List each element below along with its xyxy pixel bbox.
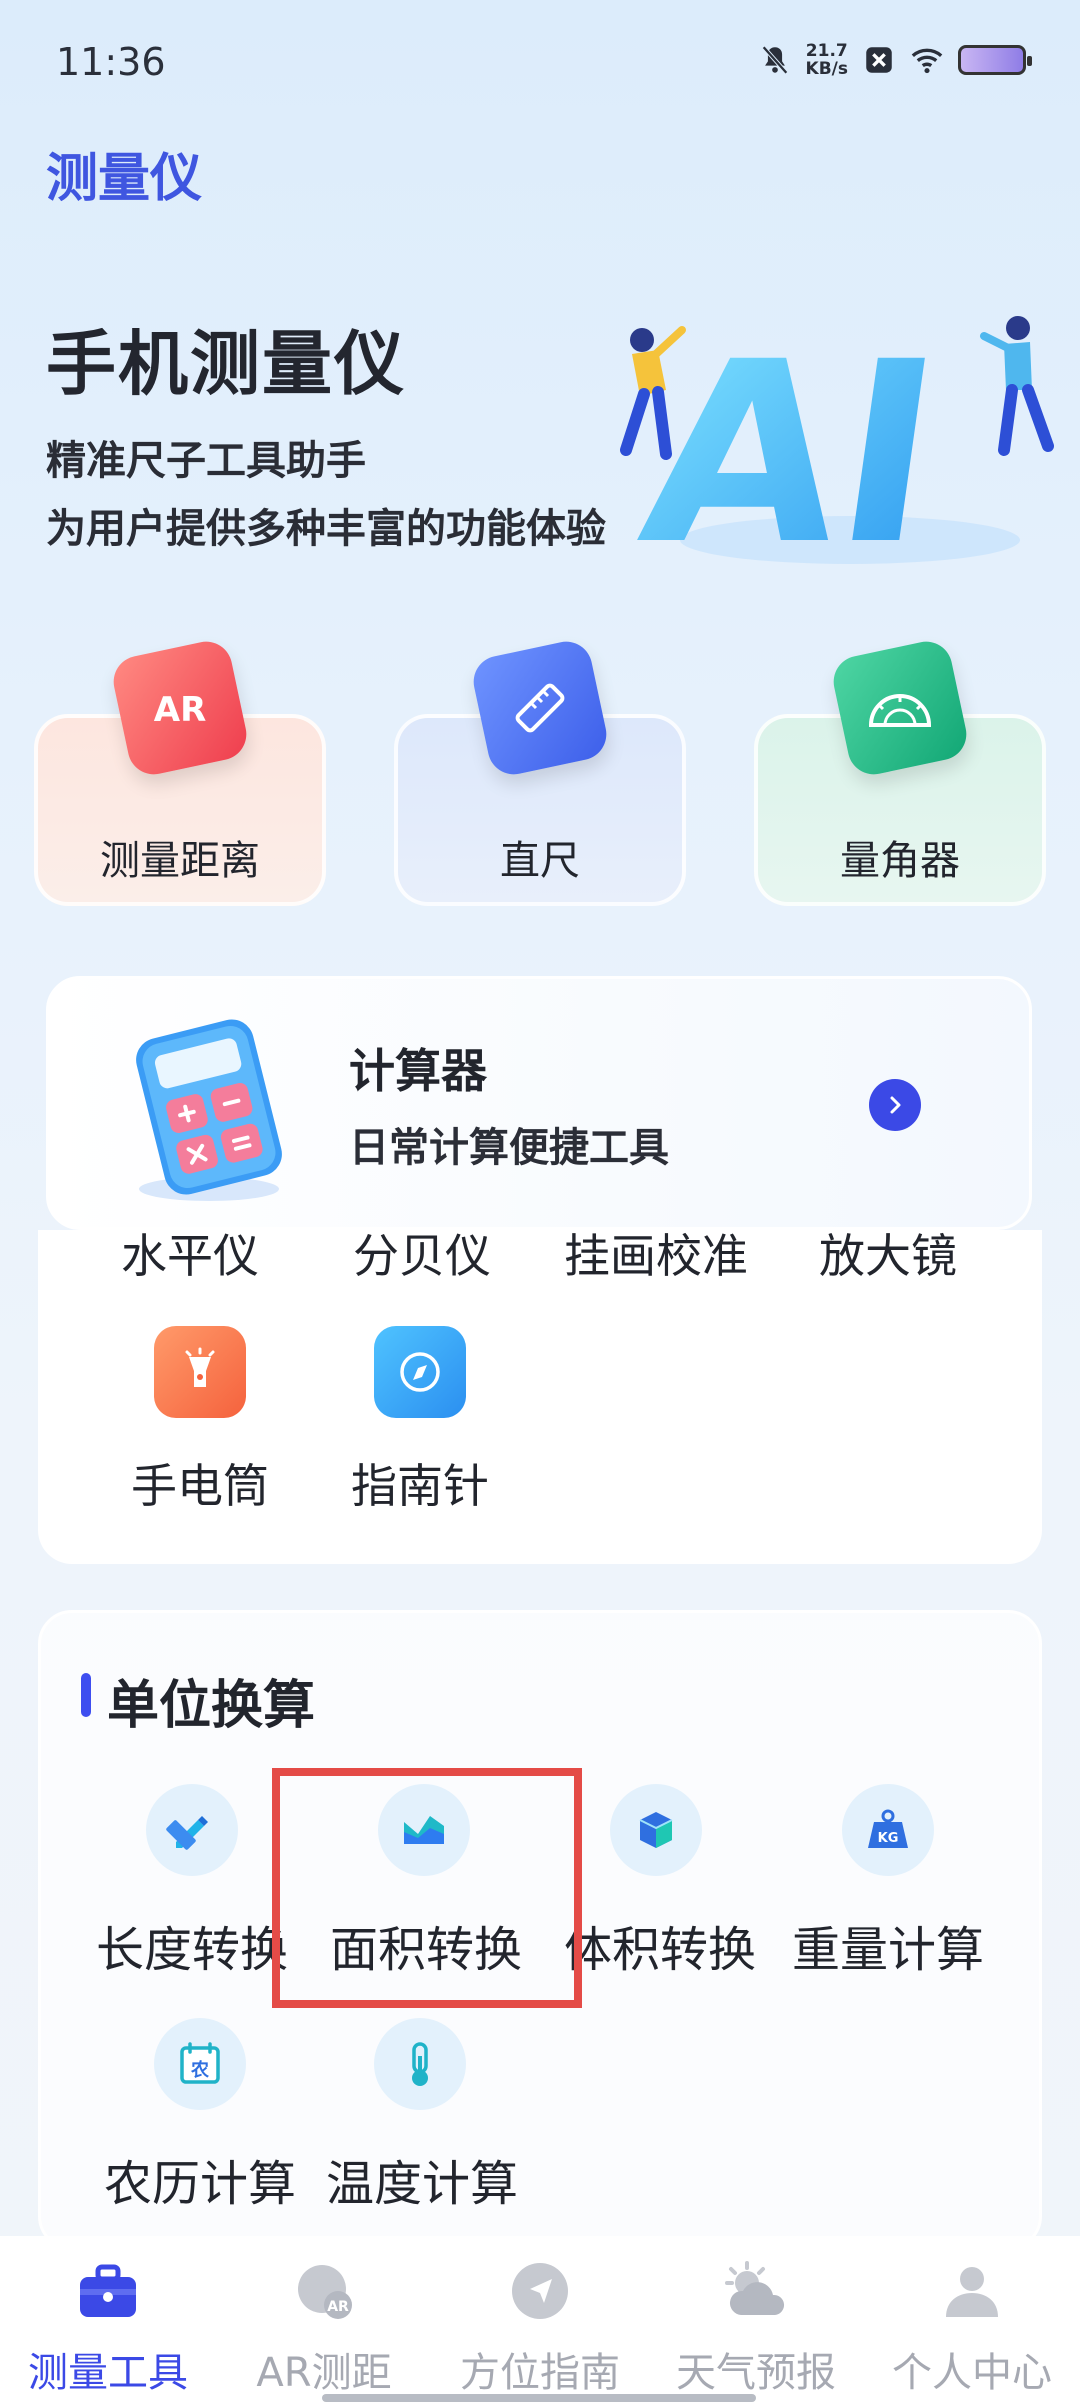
net-speed: 21.7 KB/s bbox=[805, 41, 848, 79]
unit-lunar-calculation[interactable]: 农历计算 bbox=[80, 2144, 320, 2214]
weight-icon-badge: KG bbox=[878, 1831, 899, 1846]
toolbox-icon bbox=[73, 2256, 143, 2326]
nav-profile[interactable]: 个人中心 bbox=[864, 2256, 1080, 2398]
status-icons: 21.7 KB/s bbox=[758, 41, 1032, 79]
weight-icon[interactable]: KG bbox=[842, 1784, 934, 1876]
hero-art-text: AI bbox=[627, 309, 954, 580]
hero-subtitle-2: 为用户提供多种丰富的功能体验 bbox=[46, 505, 606, 552]
navigation-icon bbox=[505, 2256, 575, 2326]
weather-icon bbox=[721, 2256, 791, 2326]
chevron-right-icon[interactable] bbox=[869, 1079, 921, 1131]
tool-picture-calibration[interactable]: 挂画校准 bbox=[546, 1220, 766, 1286]
nav-label-measure-tools: 测量工具 bbox=[28, 2350, 188, 2396]
feature-card-protractor[interactable]: 量角器 bbox=[754, 636, 1046, 906]
feature-card-ruler[interactable]: 直尺 bbox=[394, 636, 686, 906]
unit-weight-calculation[interactable]: 重量计算 bbox=[768, 1910, 1008, 1980]
tool-flashlight[interactable]: 手电筒 bbox=[90, 1450, 310, 1516]
calculator-title: 计算器 bbox=[349, 1044, 487, 1098]
section-accent-bar bbox=[81, 1673, 91, 1717]
nav-weather[interactable]: 天气预报 bbox=[648, 2256, 864, 2398]
nav-label-ar-distance: AR测距 bbox=[256, 2350, 392, 2396]
pencil-ruler-icon[interactable] bbox=[146, 1784, 238, 1876]
hero-title: 手机测量仪 bbox=[46, 323, 406, 405]
tool-magnifier[interactable]: 放大镜 bbox=[778, 1220, 998, 1286]
status-time: 11:36 bbox=[56, 40, 166, 84]
nav-label-weather: 天气预报 bbox=[676, 2350, 836, 2396]
notification-x-icon bbox=[866, 47, 892, 73]
nav-measure-tools[interactable]: 测量工具 bbox=[0, 2256, 216, 2398]
calendar-icon[interactable]: 农 bbox=[154, 2018, 246, 2110]
bottom-navigation: 测量工具 AR AR测距 方位指南 天气预报 个人中心 bbox=[0, 2236, 1080, 2408]
ruler-icon bbox=[468, 636, 612, 780]
thermometer-icon[interactable] bbox=[374, 2018, 466, 2110]
tool-compass[interactable]: 指南针 bbox=[310, 1450, 530, 1516]
calculator-banner[interactable]: 计算器 日常计算便捷工具 bbox=[46, 976, 1032, 1230]
feature-label-protractor: 量角器 bbox=[840, 838, 960, 884]
ar-bubble-badge: AR bbox=[327, 2299, 349, 2315]
calculator-subtitle: 日常计算便捷工具 bbox=[349, 1124, 669, 1171]
battery-icon bbox=[958, 45, 1032, 75]
unit-conversion-title: 单位换算 bbox=[107, 1676, 316, 1736]
feature-label-ruler: 直尺 bbox=[500, 838, 580, 884]
nav-direction-guide[interactable]: 方位指南 bbox=[432, 2256, 648, 2398]
nav-label-profile: 个人中心 bbox=[892, 2350, 1052, 2396]
nav-label-direction-guide: 方位指南 bbox=[460, 2350, 620, 2396]
protractor-icon bbox=[828, 636, 972, 780]
hero-ai-illustration: AI bbox=[620, 309, 1054, 580]
ar-icon-badge: AR bbox=[154, 690, 207, 730]
status-bar: 11:36 21.7 KB/s bbox=[0, 0, 1080, 120]
flashlight-icon[interactable] bbox=[154, 1326, 246, 1418]
ar-icon: AR bbox=[108, 636, 252, 780]
home-indicator bbox=[322, 2394, 756, 2402]
cube-icon[interactable] bbox=[610, 1784, 702, 1876]
tool-level[interactable]: 水平仪 bbox=[80, 1220, 300, 1286]
calendar-icon-badge: 农 bbox=[190, 2059, 209, 2081]
compass-icon[interactable] bbox=[374, 1326, 466, 1418]
feature-label-ar-distance: 测量距离 bbox=[100, 838, 260, 884]
hero-subtitle-1: 精准尺子工具助手 bbox=[46, 437, 366, 484]
user-icon bbox=[937, 2256, 1007, 2326]
highlight-box bbox=[272, 1768, 582, 2008]
app-title: 测量仪 bbox=[46, 149, 203, 209]
unit-temperature-calculation[interactable]: 温度计算 bbox=[302, 2144, 542, 2214]
mute-bell-icon bbox=[761, 45, 788, 75]
feature-card-ar-distance[interactable]: AR 测量距离 bbox=[34, 636, 326, 906]
ar-bubble-icon: AR bbox=[289, 2256, 359, 2326]
person-right-figure bbox=[980, 316, 1054, 456]
tool-decibel-meter[interactable]: 分贝仪 bbox=[312, 1220, 532, 1286]
calculator-illustration bbox=[136, 1019, 282, 1201]
nav-ar-distance[interactable]: AR AR测距 bbox=[216, 2256, 432, 2398]
wifi-icon bbox=[911, 48, 943, 74]
